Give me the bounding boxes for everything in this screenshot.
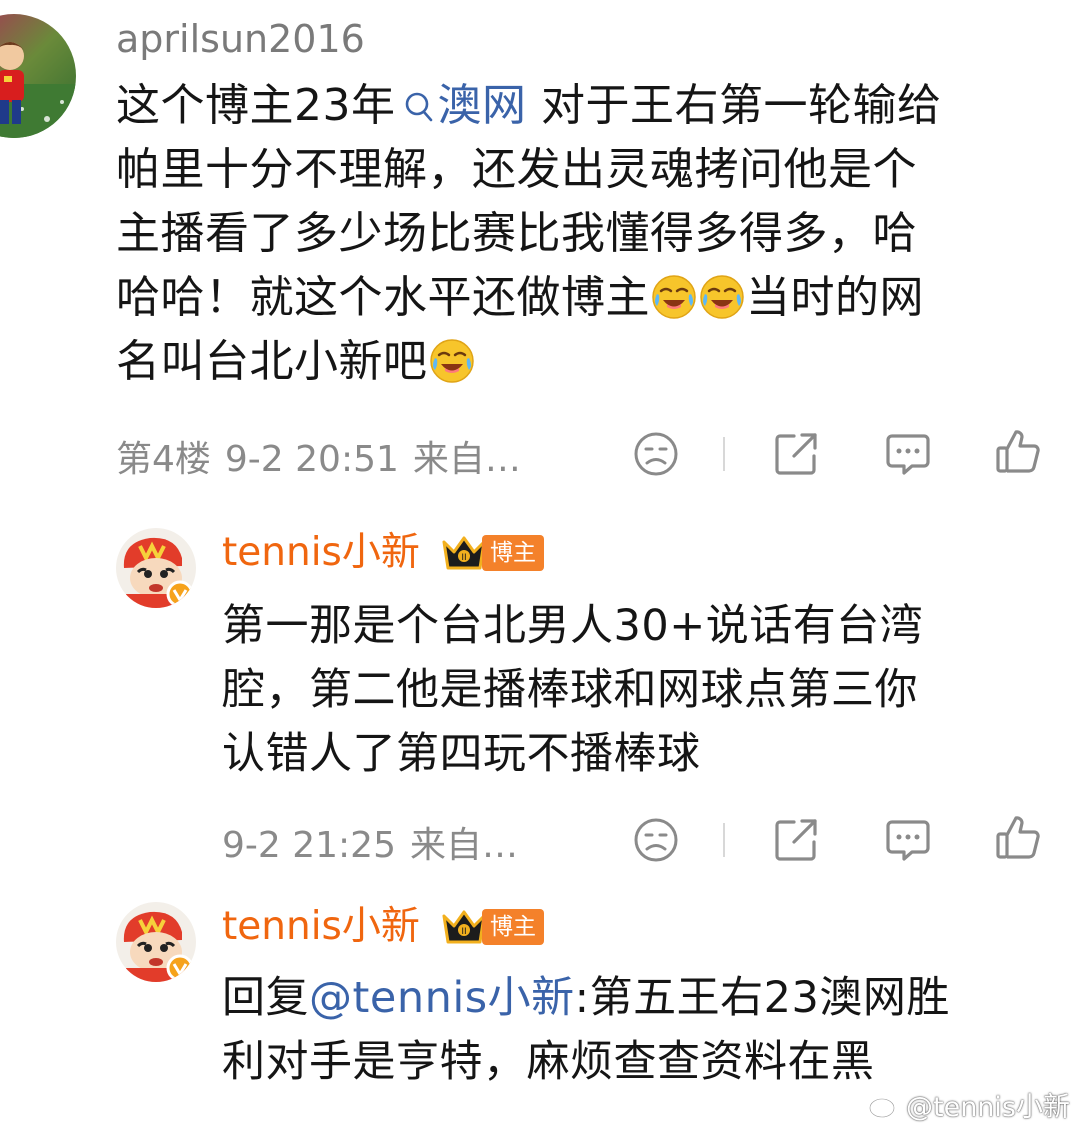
source-label[interactable]: 来自… xyxy=(410,825,518,866)
share-icon[interactable] xyxy=(772,816,820,864)
comment-text-segment: 哈哈！就这个水平还做博主 xyxy=(116,272,650,323)
dislike-face-icon[interactable] xyxy=(632,430,680,478)
badge-label: 博主 xyxy=(482,535,544,571)
laughing-crying-emoji-icon xyxy=(700,275,744,319)
topic-label: 澳网 xyxy=(437,80,527,131)
mention-link[interactable]: @tennis小新 xyxy=(309,973,575,1023)
action-divider xyxy=(723,823,725,857)
badge-label: 博主 xyxy=(482,909,544,945)
comment-text-segment: 对于王右第一轮输给 xyxy=(526,80,942,131)
reply-line: 认错人了第四玩不播棒球 xyxy=(222,729,701,779)
action-divider xyxy=(723,437,725,471)
reply-username[interactable]: tennis小新 xyxy=(222,530,420,576)
reply-line: 第一那是个台北男人30+说话有台湾 xyxy=(222,601,924,651)
search-icon xyxy=(405,92,432,122)
comment-line-2: 帕里十分不理解，还发出灵魂拷问他是个 xyxy=(116,144,917,195)
share-icon[interactable] xyxy=(772,430,820,478)
reply-line: 回复@tennis小新:第五王右23澳网胜 xyxy=(222,966,1042,1030)
comment-icon[interactable] xyxy=(884,430,932,478)
weibo-logo-icon xyxy=(868,1093,901,1118)
comment-username[interactable]: aprilsun2016 xyxy=(116,16,365,62)
comment-body: 这个博主23年 澳网 对于王右第一轮输给 帕里十分不理解，还发出灵魂拷问他是个 主… xyxy=(116,74,1046,394)
comment-icon[interactable] xyxy=(884,816,932,864)
comment-text-segment: 这个博主23年 xyxy=(116,80,396,131)
blogger-avatar[interactable] xyxy=(116,902,196,982)
topic-link[interactable]: 澳网 xyxy=(396,80,527,131)
reply-username[interactable]: tennis小新 xyxy=(222,904,420,950)
comment-meta: 第4楼 9-2 20:51 来自… xyxy=(116,426,535,486)
like-thumb-icon[interactable] xyxy=(994,814,1042,862)
svg-text:II: II xyxy=(461,553,466,563)
reply-text-segment: :第五王右23澳网胜 xyxy=(574,973,950,1023)
comment-text-segment: 当时的网 xyxy=(746,272,924,323)
blogger-badge: II 博主 xyxy=(440,906,544,948)
comment-line-3: 主播看了多少场比赛比我懂得多得多，哈 xyxy=(116,208,917,259)
reply-body: 回复@tennis小新:第五王右23澳网胜 利对手是亨特，麻烦查查资料在黑 xyxy=(222,966,1042,1094)
user-avatar[interactable] xyxy=(0,14,76,138)
comment-line-1: 这个博主23年 澳网 对于王右第一轮输给 xyxy=(116,74,1046,138)
crown-icon: II xyxy=(442,910,486,944)
comment-line-5: 名叫台北小新吧 xyxy=(116,330,1046,394)
source-label[interactable]: 来自… xyxy=(413,439,521,480)
blogger-badge: II 博主 xyxy=(440,532,544,574)
reply-line: 腔，第二他是播棒球和网球点第三你 xyxy=(222,665,918,715)
svg-text:II: II xyxy=(461,927,466,937)
timestamp: 9-2 20:51 xyxy=(224,439,399,480)
blogger-avatar[interactable] xyxy=(116,528,196,608)
crown-icon: II xyxy=(442,536,486,570)
laughing-crying-emoji-icon xyxy=(652,275,696,319)
watermark-text: @tennis小新 xyxy=(906,1092,1070,1123)
comment-thread: aprilsun2016 这个博主23年 澳网 对于王右第一轮输给 帕里十分不理解… xyxy=(0,0,1080,1132)
timestamp: 9-2 21:25 xyxy=(222,825,396,866)
comment-meta-text: 第4楼 9-2 20:51 来自… xyxy=(116,430,535,482)
reply-prefix: 回复 xyxy=(222,973,309,1023)
weibo-watermark: @tennis小新 xyxy=(868,1085,1070,1124)
like-thumb-icon[interactable] xyxy=(994,428,1042,476)
dislike-face-icon[interactable] xyxy=(632,816,680,864)
reply-meta: 9-2 21:25 来自… xyxy=(222,812,532,872)
laughing-crying-emoji-icon xyxy=(429,339,474,383)
comment-text-segment: 名叫台北小新吧 xyxy=(116,336,428,387)
reply-body: 第一那是个台北男人30+说话有台湾 腔，第二他是播棒球和网球点第三你 认错人了第… xyxy=(222,594,1042,786)
reply-meta-text: 9-2 21:25 来自… xyxy=(222,816,532,868)
comment-line-4: 哈哈！就这个水平还做博主 当时的网 xyxy=(116,266,1046,330)
floor-label: 第4楼 xyxy=(116,439,211,480)
